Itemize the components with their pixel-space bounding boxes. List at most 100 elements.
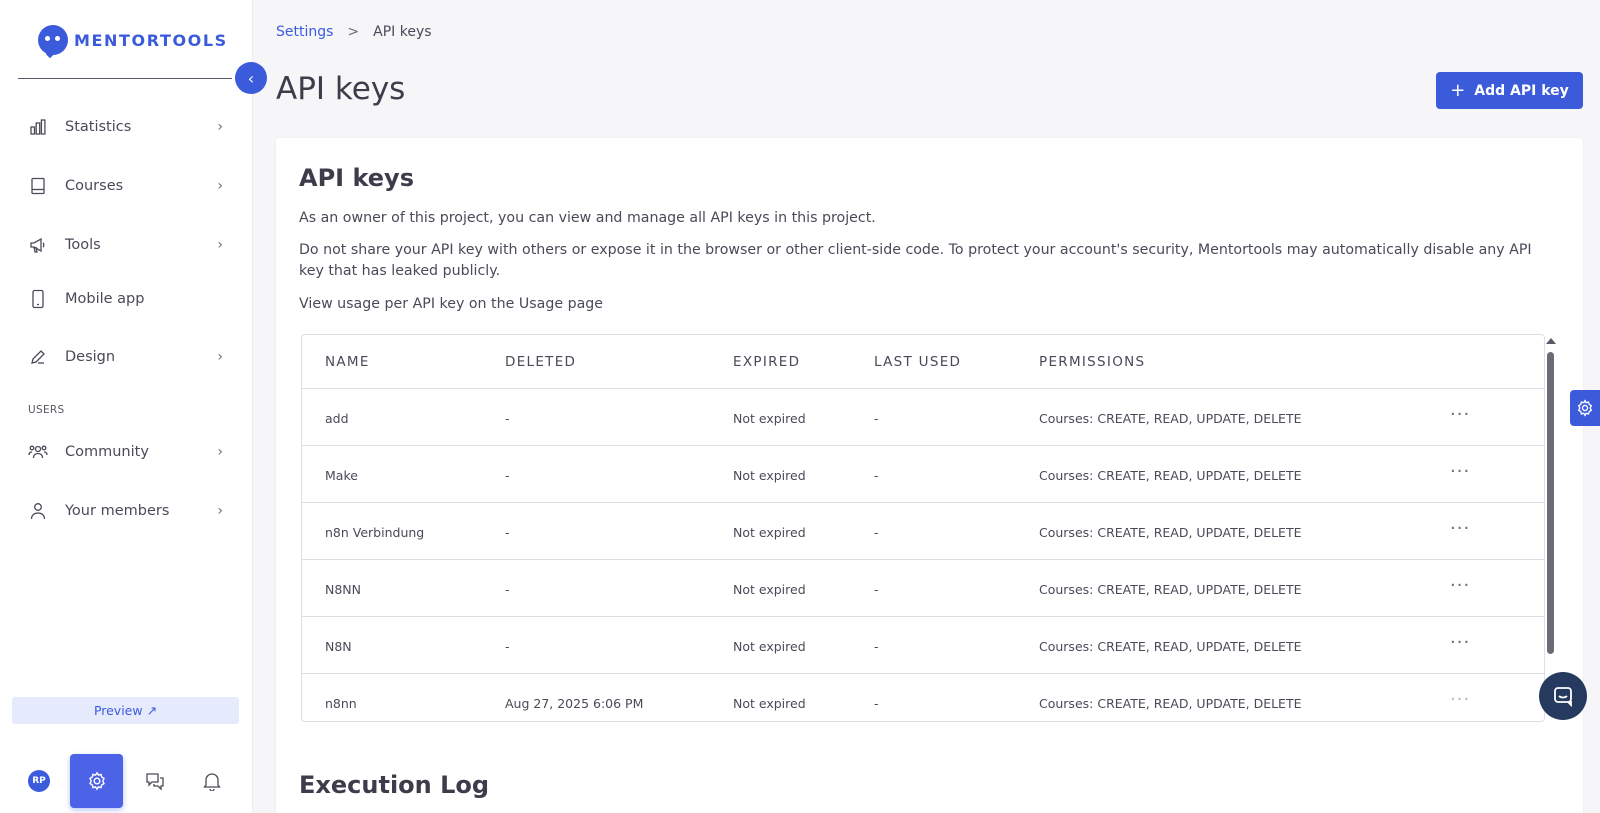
execution-log-title: Execution Log (299, 771, 490, 799)
chevron-right-icon: › (217, 444, 223, 460)
row-menu-button[interactable]: ··· (1450, 689, 1470, 710)
breadcrumb-separator: > (347, 24, 360, 40)
cell-last-used: - (874, 468, 879, 483)
chevron-right-icon: › (217, 349, 223, 365)
people-icon (28, 442, 48, 462)
cell-permissions: Courses: CREATE, READ, UPDATE, DELETE (1039, 468, 1302, 483)
table-scrollbar-thumb[interactable] (1547, 352, 1554, 654)
live-chat-button[interactable] (1539, 672, 1587, 720)
table-row[interactable]: add - Not expired - Courses: CREATE, REA… (302, 389, 1544, 446)
chevron-left-icon: ‹ (247, 68, 255, 88)
owner-info-text: As an owner of this project, you can vie… (299, 210, 876, 226)
sidebar-item-mobile-app[interactable]: Mobile app (28, 286, 223, 312)
cell-expired: Not expired (733, 696, 806, 711)
sidebar-item-community[interactable]: Community › (28, 439, 223, 465)
cell-expired: Not expired (733, 525, 806, 540)
phone-icon (28, 289, 48, 309)
cell-deleted: - (505, 411, 510, 426)
floating-settings-button[interactable] (1570, 390, 1600, 426)
section-label-users: USERS (28, 404, 65, 416)
cell-name: N8NN (325, 582, 362, 597)
avatar[interactable]: RP (28, 770, 50, 792)
breadcrumb-current: API keys (373, 24, 432, 40)
sidebar-item-label: Courses (65, 178, 124, 194)
chat-icon (1554, 687, 1572, 707)
table-row[interactable]: Make - Not expired - Courses: CREATE, RE… (302, 446, 1544, 503)
api-keys-table: NAME DELETED EXPIRED LAST USED PERMISSIO… (301, 334, 1545, 722)
column-header-permissions: PERMISSIONS (1039, 354, 1146, 370)
plus-icon: + (1450, 80, 1466, 101)
cell-deleted: - (505, 639, 510, 654)
table-row[interactable]: N8N - Not expired - Courses: CREATE, REA… (302, 617, 1544, 674)
cell-last-used: - (874, 582, 879, 597)
cell-name: N8N (325, 639, 352, 654)
sidebar-item-design[interactable]: Design › (28, 344, 223, 370)
sidebar-item-label: Mobile app (65, 291, 145, 307)
table-row[interactable]: n8nn Aug 27, 2025 6:06 PM Not expired - … (302, 674, 1544, 721)
cell-expired: Not expired (733, 582, 806, 597)
table-row[interactable]: n8n Verbindung - Not expired - Courses: … (302, 503, 1544, 560)
gear-icon (1577, 399, 1593, 417)
bell-icon (203, 773, 221, 791)
cell-deleted: - (505, 525, 510, 540)
cell-deleted: Aug 27, 2025 6:06 PM (505, 696, 644, 711)
usage-link-text[interactable]: View usage per API key on the Usage page (299, 294, 1549, 315)
sidebar-item-label: Statistics (65, 119, 132, 135)
sidebar-item-your-members[interactable]: Your members › (28, 498, 223, 524)
table-header: NAME DELETED EXPIRED LAST USED PERMISSIO… (302, 335, 1544, 389)
chevron-right-icon: › (217, 119, 223, 135)
cell-expired: Not expired (733, 411, 806, 426)
sidebar-item-label: Community (65, 444, 149, 460)
sidebar-collapse-button[interactable]: ‹ (235, 62, 267, 94)
cell-expired: Not expired (733, 468, 806, 483)
scroll-up-arrow[interactable] (1546, 338, 1556, 344)
sidebar-item-label: Design (65, 349, 116, 365)
brand-name: MENTORTOOLS (74, 30, 228, 50)
column-header-name: NAME (325, 354, 370, 370)
security-warning-text: Do not share your API key with others or… (299, 242, 1532, 279)
api-keys-card: API keys As an owner of this project, yo… (276, 138, 1583, 813)
row-menu-button[interactable]: ··· (1450, 518, 1470, 539)
row-menu-button[interactable]: ··· (1450, 461, 1470, 482)
chevron-right-icon: › (217, 237, 223, 253)
cell-deleted: - (505, 582, 510, 597)
breadcrumb-link-settings[interactable]: Settings (276, 24, 333, 40)
row-menu-button[interactable]: ··· (1450, 404, 1470, 425)
card-title: API keys (299, 164, 414, 192)
row-menu-button[interactable]: ··· (1450, 632, 1470, 653)
sidebar-item-courses[interactable]: Courses › (28, 173, 223, 199)
megaphone-icon (28, 235, 48, 255)
column-header-deleted: DELETED (505, 354, 577, 370)
cell-permissions: Courses: CREATE, READ, UPDATE, DELETE (1039, 525, 1302, 540)
table-row[interactable]: N8NN - Not expired - Courses: CREATE, RE… (302, 560, 1544, 617)
sidebar: MENTORTOOLS Statistics › Courses › Tools… (0, 0, 253, 813)
feedback-button[interactable] (144, 770, 166, 792)
cell-name: Make (325, 468, 358, 483)
cell-last-used: - (874, 411, 879, 426)
notifications-button[interactable] (201, 770, 223, 792)
sidebar-item-tools[interactable]: Tools › (28, 232, 223, 258)
page-title: API keys (276, 71, 406, 107)
cell-expired: Not expired (733, 639, 806, 654)
gear-icon (88, 771, 105, 791)
column-header-expired: EXPIRED (733, 354, 801, 370)
chat-bubbles-icon (146, 773, 164, 791)
preview-button[interactable]: Preview ↗ (12, 697, 239, 724)
cell-deleted: - (505, 468, 510, 483)
brand-logo[interactable]: MENTORTOOLS (38, 24, 228, 56)
cell-last-used: - (874, 639, 879, 654)
settings-button[interactable] (70, 754, 123, 808)
sidebar-item-statistics[interactable]: Statistics › (28, 114, 223, 140)
row-menu-button[interactable]: ··· (1450, 575, 1470, 596)
book-icon (28, 176, 48, 196)
cell-name: add (325, 411, 349, 426)
pencil-icon (28, 347, 48, 367)
add-api-key-button[interactable]: + Add API key (1436, 72, 1583, 109)
cell-name: n8n Verbindung (325, 525, 425, 540)
sidebar-item-label: Your members (65, 503, 170, 519)
bar-chart-icon (28, 117, 48, 137)
add-api-key-label: Add API key (1474, 82, 1569, 99)
cell-permissions: Courses: CREATE, READ, UPDATE, DELETE (1039, 582, 1302, 597)
brand-logo-icon (38, 25, 68, 55)
cell-permissions: Courses: CREATE, READ, UPDATE, DELETE (1039, 639, 1302, 654)
